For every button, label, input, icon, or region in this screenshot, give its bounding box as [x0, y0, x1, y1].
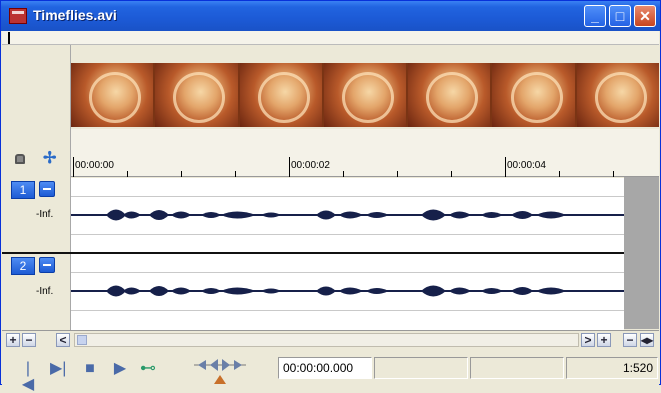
ruler-tick	[235, 171, 236, 177]
go-to-end-icon[interactable]: ▶|	[50, 361, 66, 377]
play-icon[interactable]: ▶	[112, 361, 128, 377]
selection-start-field	[374, 357, 468, 379]
video-frame-thumbnail	[492, 63, 575, 127]
track-2-collapse-button[interactable]	[39, 257, 55, 273]
ruler-tick	[505, 157, 506, 177]
zoom-ratio-field: 1:520	[566, 357, 658, 379]
time-ruler[interactable]: 00:00:00 00:00:02 00:00:04	[71, 129, 659, 177]
scrollbar-thumb[interactable]	[77, 335, 87, 345]
zoom-out-button[interactable]: −	[623, 333, 637, 347]
scroll-left-button[interactable]: <	[56, 333, 70, 347]
track-1-number[interactable]: 1	[11, 181, 35, 199]
pan-button[interactable]: ◂▸	[640, 333, 654, 347]
ruler-label: 00:00:04	[507, 160, 546, 171]
window-title: Timeflies.avi	[33, 7, 117, 23]
media-window: Timeflies.avi _ □ ✕ ✢ 00:00:00 00:00:02 …	[0, 0, 661, 393]
lock-icon[interactable]	[15, 154, 25, 164]
video-frame-thumbnail	[576, 63, 659, 127]
horizontal-scrollbar[interactable]	[74, 333, 579, 347]
video-frame-thumbnail	[71, 63, 154, 127]
zoom-in-vertical-button[interactable]: +	[6, 333, 20, 347]
ruler-tick	[343, 171, 344, 177]
scroll-right-button[interactable]: >	[581, 333, 595, 347]
shuttle-control[interactable]	[192, 353, 248, 385]
position-strip[interactable]	[2, 31, 659, 45]
loop-icon[interactable]: ⊷	[140, 361, 156, 377]
ruler-tick	[397, 171, 398, 177]
stop-icon[interactable]: ■	[82, 361, 98, 377]
zoom-in-button[interactable]: +	[597, 333, 611, 347]
ruler-tick	[181, 171, 182, 177]
close-button[interactable]: ✕	[634, 5, 656, 27]
ruler-label: 00:00:00	[75, 160, 114, 171]
time-field[interactable]: 00:00:00.000	[278, 357, 372, 379]
timeline-scroll-row: + − < > + − ◂▸	[2, 330, 659, 350]
track-2-level-label: -Inf.	[36, 286, 54, 297]
video-frame-thumbnail	[239, 63, 322, 127]
selection-end-field	[470, 357, 564, 379]
waveform-1	[106, 209, 566, 221]
ruler-tick	[559, 171, 560, 177]
ruler-tick	[127, 171, 128, 177]
maximize-button[interactable]: □	[609, 5, 631, 27]
zoom-out-vertical-button[interactable]: −	[22, 333, 36, 347]
video-frame-thumbnail	[408, 63, 491, 127]
audio-track-1[interactable]	[71, 178, 624, 254]
minimize-button[interactable]: _	[584, 5, 606, 27]
video-thumbnail-strip[interactable]	[71, 63, 659, 127]
audio-track-2[interactable]	[71, 254, 624, 330]
snap-icon[interactable]: ✢	[43, 151, 56, 167]
track-1-collapse-button[interactable]	[39, 181, 55, 197]
video-frame-thumbnail	[323, 63, 407, 127]
title-bar[interactable]: Timeflies.avi _ □ ✕	[1, 1, 660, 31]
ruler-label: 00:00:02	[291, 160, 330, 171]
ruler-tick	[613, 171, 614, 177]
out-of-range-area	[624, 177, 659, 329]
ruler-tick	[73, 157, 74, 177]
track-1-level-label: -Inf.	[36, 209, 54, 220]
track-2-number[interactable]: 2	[11, 257, 35, 275]
go-to-start-icon[interactable]: |◀	[20, 361, 36, 393]
ruler-tick	[289, 157, 290, 177]
ruler-tick	[451, 171, 452, 177]
video-frame-thumbnail	[155, 63, 238, 127]
position-cursor[interactable]	[8, 32, 10, 44]
transport-bar: |◀ ▶| ■ ▶ ⊷ 00:00:00.000 1:520	[2, 351, 659, 393]
film-icon	[9, 8, 27, 24]
waveform-2	[106, 285, 566, 297]
